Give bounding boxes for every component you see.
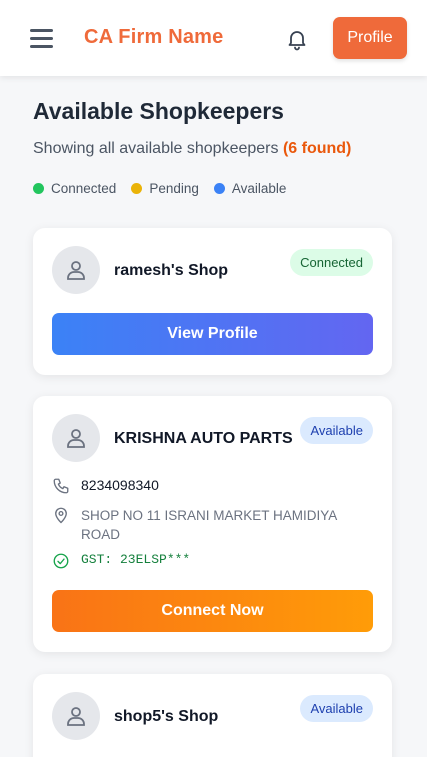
status-badge: Available [300,417,373,444]
legend-label: Available [231,181,287,196]
avatar-user-icon [52,246,100,294]
pending-dot-icon [131,183,143,194]
shop-card: ramesh's Shop Connected View Profile [33,228,392,375]
page-title: Available Shopkeepers [33,98,284,124]
subtitle-text: Showing all available shopkeepers [33,140,279,157]
location-pin-icon [55,507,67,524]
top-navbar: CA Firm Name Profile [0,0,427,76]
phone-number: 8234098340 [81,477,159,493]
shop-card: shop5's Shop Available [33,674,392,757]
avatar-user-icon [52,414,100,462]
view-profile-button[interactable]: View Profile [52,313,373,355]
profile-button[interactable]: Profile [333,17,407,59]
legend-item-available: Available [213,181,287,196]
available-dot-icon [213,183,225,194]
connected-dot-icon [33,183,44,194]
connect-now-button[interactable]: Connect Now [52,590,373,632]
address-row: SHOP NO 11 ISRANI MARKET HAMIDIYA ROAD [52,506,351,544]
status-legend: Connected Pending Available [33,181,301,196]
menu-icon[interactable] [30,28,53,48]
gst-number: GST: 23ELSP*** [81,552,191,567]
gst-row: GST: 23ELSP*** [52,552,190,570]
status-badge: Available [300,695,373,722]
avatar-user-icon [52,692,100,740]
results-count: (6 found) [282,140,352,157]
shop-card: KRISHNA AUTO PARTS Available 8234098340 … [33,396,392,652]
legend-item-connected: Connected [33,181,116,196]
verified-check-icon [53,553,69,569]
phone-icon [53,478,69,494]
shop-name: ramesh's Shop [114,262,229,279]
page-subtitle: Showing all available shopkeepers (6 fou… [33,140,351,158]
brand-title[interactable]: CA Firm Name [84,26,223,49]
legend-label: Connected [51,181,117,196]
legend-label: Pending [149,181,199,196]
shop-address: SHOP NO 11 ISRANI MARKET HAMIDIYA ROAD [81,508,337,542]
shop-name: KRISHNA AUTO PARTS [114,430,293,447]
status-badge: Connected [290,249,373,276]
shop-name: shop5's Shop [114,708,219,725]
legend-item-pending: Pending [131,181,199,196]
bell-icon[interactable] [285,27,309,51]
phone-row: 8234098340 [52,477,159,495]
